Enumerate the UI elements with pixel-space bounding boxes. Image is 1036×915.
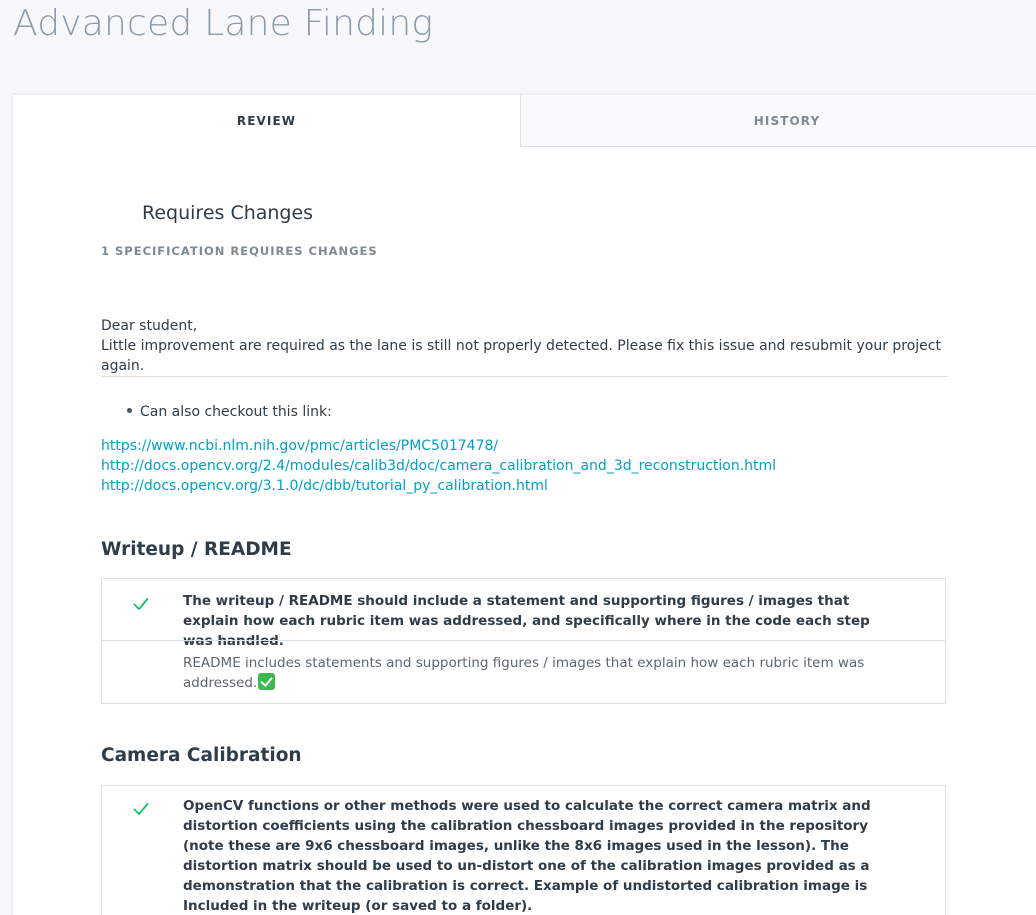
notes-bullet: Can also checkout this link: [127, 404, 332, 420]
section-heading-writeup: Writeup / README [101, 539, 292, 560]
reference-link[interactable]: http://docs.opencv.org/2.4/modules/calib… [101, 456, 776, 476]
check-icon [133, 803, 149, 815]
reference-link[interactable]: https://www.ncbi.nlm.nih.gov/pmc/article… [101, 436, 776, 456]
spec-comment-row: README includes statements and supportin… [102, 640, 945, 703]
notes-list: Can also checkout this link: [127, 404, 332, 420]
reviewer-summary: Dear student, Little improvement are req… [101, 316, 951, 376]
reference-link[interactable]: http://docs.opencv.org/3.1.0/dc/dbb/tuto… [101, 476, 776, 496]
summary-greeting: Dear student, [101, 318, 198, 334]
spec-box-camera-calibration: OpenCV functions or other methods were u… [101, 785, 946, 915]
review-card: REVIEW HISTORY Requires Changes 1 SPECIF… [13, 95, 1036, 915]
section-heading-camera-calibration: Camera Calibration [101, 745, 302, 766]
spec-comment-text: README includes statements and supportin… [183, 655, 865, 691]
tab-history[interactable]: HISTORY [520, 95, 1036, 147]
spec-criterion-row: The writeup / README should include a st… [102, 579, 945, 649]
spec-criterion-row: OpenCV functions or other methods were u… [102, 786, 945, 915]
spec-criterion-text: OpenCV functions or other methods were u… [183, 798, 871, 914]
reference-links: https://www.ncbi.nlm.nih.gov/pmc/article… [101, 436, 776, 496]
spec-box-writeup: The writeup / README should include a st… [101, 578, 946, 704]
summary-divider [101, 376, 948, 377]
page-title: Advanced Lane Finding [13, 3, 434, 44]
white-check-mark-emoji-icon [258, 673, 276, 690]
check-icon [133, 598, 149, 610]
review-status-title: Requires Changes [142, 202, 314, 224]
summary-message: Little improvement are required as the l… [101, 338, 941, 374]
spec-comment: README includes statements and supportin… [183, 653, 873, 693]
tab-bar: REVIEW HISTORY [13, 95, 1036, 147]
tab-review[interactable]: REVIEW [13, 95, 520, 147]
review-status-subtitle: 1 SPECIFICATION REQUIRES CHANGES [101, 244, 378, 258]
